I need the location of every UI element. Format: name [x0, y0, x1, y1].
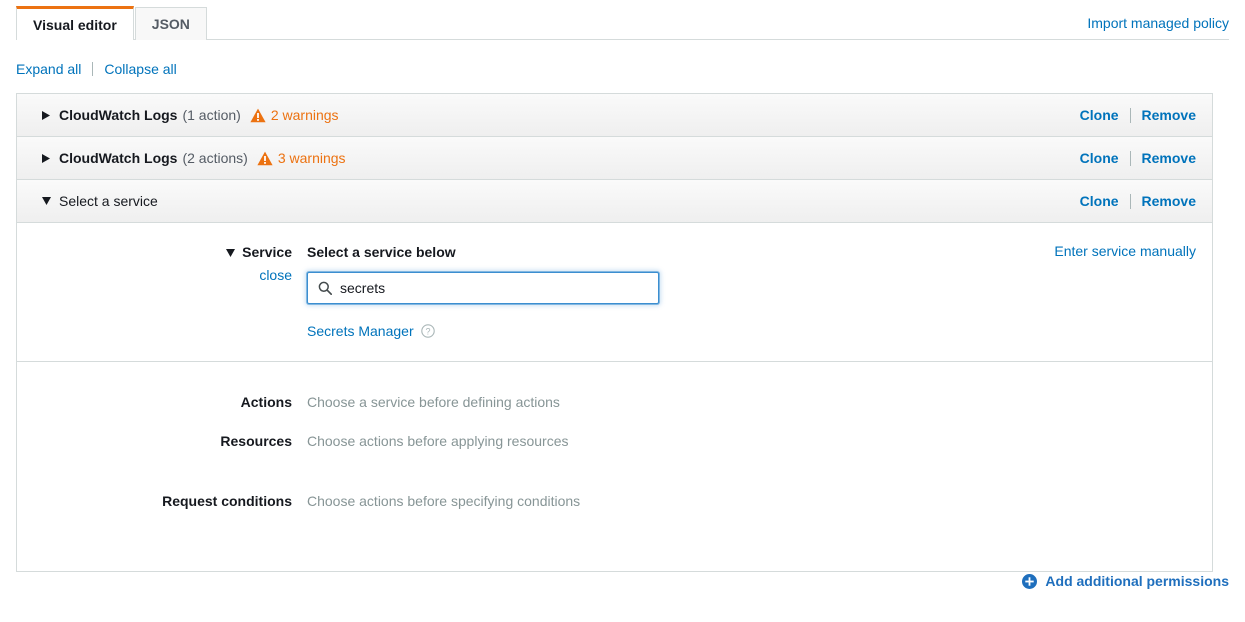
search-icon: [316, 281, 334, 295]
tab-visual-editor-label: Visual editor: [33, 16, 117, 33]
permission-block-header-2[interactable]: CloudWatch Logs (2 actions) 3 warnings C…: [17, 137, 1212, 180]
add-additional-permissions-label: Add additional permissions: [1045, 573, 1229, 589]
permission-block-header-3[interactable]: Select a service Clone Remove: [17, 180, 1212, 223]
service-label-row: Service: [17, 243, 292, 261]
resources-placeholder-text: Choose actions before applying resources: [307, 433, 569, 449]
resources-label: Resources: [220, 433, 292, 449]
request-conditions-row: Request conditions Choose actions before…: [17, 492, 1212, 571]
policy-visual-editor-page: Visual editor JSON Import managed policy…: [0, 0, 1245, 622]
caret-right-icon[interactable]: [33, 153, 59, 163]
toolbar-divider: [92, 62, 94, 76]
service-close-link[interactable]: close: [17, 267, 292, 283]
permission-block-header-1[interactable]: CloudWatch Logs (1 action) 2 warnings Cl…: [17, 94, 1212, 137]
service-label: Service: [242, 244, 292, 260]
warning-triangle-icon: [257, 151, 273, 166]
warning-count-link-2[interactable]: 3 warnings: [278, 150, 346, 166]
action-count-1: (1 action): [182, 107, 241, 123]
service-label-column: Service close: [17, 242, 307, 339]
action-divider-1: [1129, 107, 1131, 123]
service-name-2: CloudWatch Logs: [59, 150, 178, 166]
plus-circle-icon: [1022, 573, 1038, 589]
permission-block-title-2: CloudWatch Logs (2 actions) 3 warnings: [59, 150, 346, 166]
permission-block-title-1: CloudWatch Logs (1 action) 2 warnings: [59, 107, 339, 123]
service-name-1: CloudWatch Logs: [59, 107, 178, 123]
service-selection-section: Service close Select a service below sec…: [17, 223, 1212, 361]
enter-service-manually-link[interactable]: Enter service manually: [1054, 243, 1196, 259]
request-conditions-label: Request conditions: [162, 493, 292, 509]
actions-label: Actions: [240, 394, 292, 410]
action-count-2: (2 actions): [182, 150, 248, 166]
warning-triangle-icon: [250, 108, 266, 123]
action-divider-3: [1129, 193, 1131, 209]
caret-down-icon[interactable]: [226, 249, 236, 257]
warning-group-2: 3 warnings: [257, 150, 346, 166]
service-name-3: Select a service: [59, 193, 158, 209]
import-managed-policy-link[interactable]: Import managed policy: [1087, 15, 1229, 31]
clone-link-1[interactable]: Clone: [1080, 107, 1119, 123]
svg-text:?: ?: [425, 326, 430, 336]
tab-bar: Visual editor JSON Import managed policy: [0, 0, 1245, 41]
service-search-box[interactable]: [307, 272, 659, 304]
collapse-all-link[interactable]: Collapse all: [104, 61, 176, 77]
service-field-column: Select a service below Secrets Manager: [307, 242, 1044, 339]
help-circle-icon[interactable]: ?: [420, 324, 435, 338]
clone-link-3[interactable]: Clone: [1080, 193, 1119, 209]
request-conditions-placeholder-text: Choose actions before specifying conditi…: [307, 493, 581, 509]
permission-block-actions-3: Clone Remove: [1080, 193, 1196, 209]
remove-link-1[interactable]: Remove: [1142, 107, 1196, 123]
permission-blocks-container: CloudWatch Logs (1 action) 2 warnings Cl…: [16, 93, 1213, 572]
resources-row: Resources Choose actions before applying…: [17, 432, 1212, 492]
action-divider-2: [1129, 150, 1131, 166]
service-search-results: Secrets Manager ?: [307, 323, 1044, 339]
expand-all-link[interactable]: Expand all: [16, 61, 81, 77]
tab-visual-editor[interactable]: Visual editor: [16, 6, 134, 41]
service-field-heading: Select a service below: [307, 244, 456, 260]
service-result-secrets-manager[interactable]: Secrets Manager: [307, 323, 414, 339]
add-additional-permissions-button[interactable]: Add additional permissions: [1022, 573, 1229, 589]
caret-down-icon[interactable]: [33, 197, 59, 205]
tab-list: Visual editor JSON: [16, 6, 208, 41]
expand-collapse-toolbar: Expand all Collapse all: [16, 60, 177, 78]
tab-json-label: JSON: [151, 16, 190, 32]
remove-link-2[interactable]: Remove: [1142, 150, 1196, 166]
warning-group-1: 2 warnings: [250, 107, 339, 123]
warning-count-link-1[interactable]: 2 warnings: [271, 107, 339, 123]
permission-block-actions-2: Clone Remove: [1080, 150, 1196, 166]
actions-placeholder-text: Choose a service before defining actions: [307, 394, 560, 410]
enter-service-manually-column: Enter service manually: [1044, 242, 1212, 339]
remove-link-3[interactable]: Remove: [1142, 193, 1196, 209]
permission-block-title-3: Select a service: [59, 193, 158, 209]
actions-row: Actions Choose a service before defining…: [17, 362, 1212, 432]
tab-json[interactable]: JSON: [134, 7, 207, 40]
clone-link-2[interactable]: Clone: [1080, 150, 1119, 166]
service-search-input[interactable]: [340, 279, 650, 297]
permission-block-body-3: Service close Select a service below sec…: [17, 223, 1212, 571]
permission-block-actions-1: Clone Remove: [1080, 107, 1196, 123]
caret-right-icon[interactable]: [33, 110, 59, 120]
